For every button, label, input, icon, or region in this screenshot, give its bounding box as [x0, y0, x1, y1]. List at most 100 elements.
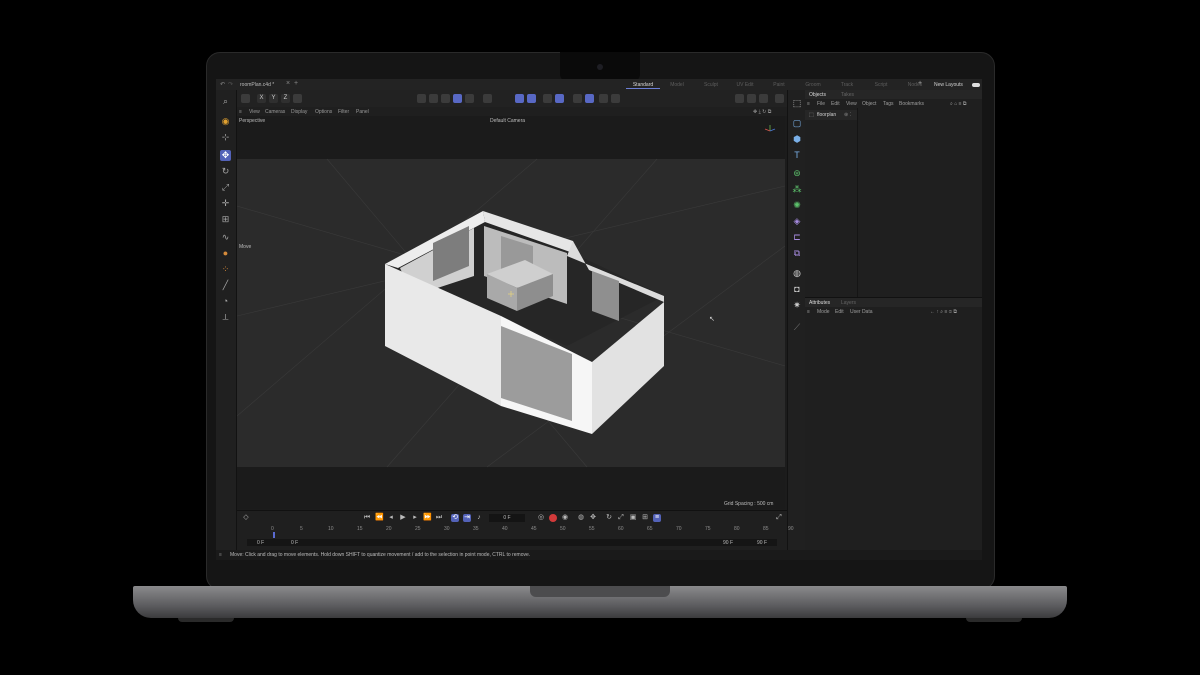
preview-start-field[interactable]: 0 F [291, 540, 298, 546]
selection-tools-icon[interactable]: ⊹ [220, 132, 231, 143]
search-icon[interactable]: ⌕ [220, 96, 231, 107]
brush-tool-icon[interactable]: ╱ [220, 280, 231, 291]
volume-icon[interactable]: ⧉ [792, 248, 802, 258]
edges-mode-icon[interactable] [429, 94, 438, 103]
deformer-icon[interactable]: ◈ [792, 216, 802, 226]
objects-menu-icon[interactable]: ≡ [807, 101, 810, 107]
camera-icon[interactable]: ◘ [792, 284, 802, 294]
preview-end-field[interactable]: 90 F [723, 540, 733, 546]
quantize-icon[interactable] [555, 94, 564, 103]
environment-icon[interactable]: ◍ [792, 268, 802, 278]
measure-tool-icon[interactable]: ⟂ [220, 312, 231, 323]
cube-icon[interactable]: ▢ [792, 118, 802, 128]
add-tab-icon[interactable]: + [294, 80, 298, 87]
tab-takes[interactable]: Takes [841, 92, 854, 98]
coord-z-button[interactable]: Z [281, 94, 290, 103]
render-settings-icon[interactable] [611, 94, 620, 103]
add-layout-icon[interactable]: + [918, 80, 922, 87]
workplane-icon[interactable] [543, 94, 552, 103]
render-view-icon[interactable] [735, 94, 744, 103]
play-icon[interactable]: ▶ [399, 514, 407, 522]
rotate-tool-icon[interactable]: ↻ [220, 166, 231, 177]
loop-icon[interactable]: ⟲ [451, 514, 459, 522]
attributes-menu-icon[interactable]: ≡ [807, 309, 810, 315]
tab-objects[interactable]: Objects [809, 92, 826, 98]
sound-icon[interactable]: ♪ [475, 514, 483, 522]
tag-icon[interactable]: ⟋ [792, 322, 802, 332]
document-tab[interactable]: roomPlan.c4d * [240, 82, 274, 88]
model-mode-icon[interactable] [241, 94, 250, 103]
generator-icon[interactable]: ⊛ [792, 168, 802, 178]
keyframe-selection-icon[interactable]: ◍ [577, 514, 585, 522]
axis-lock-icon[interactable] [585, 94, 594, 103]
attributes-nav-icons[interactable]: ← ↑ ⌕ ≡ ⊙ ⧉ [930, 309, 957, 315]
motion-system-icon[interactable]: ≡ [653, 514, 661, 522]
edit-render-settings-icon[interactable] [759, 94, 768, 103]
preview-max-field[interactable]: 90 F [757, 540, 767, 546]
param-key-icon[interactable]: ▣ [629, 514, 637, 522]
objects-menu-item[interactable]: View [846, 101, 857, 107]
new-layouts-toggle[interactable] [972, 83, 980, 87]
undo-icon[interactable]: ↶ [220, 81, 225, 88]
primitive-icon[interactable]: ⬢ [792, 134, 802, 144]
objects-menu-item[interactable]: Bookmarks [899, 101, 924, 107]
point-level-icon[interactable]: ⊞ [641, 514, 649, 522]
autokey-icon[interactable]: ◎ [537, 514, 545, 522]
polygons-mode-icon[interactable] [441, 94, 450, 103]
status-menu-icon[interactable]: ≡ [219, 552, 222, 558]
object-mode-icon[interactable] [453, 94, 462, 103]
attributes-menu-item[interactable]: Mode [817, 309, 830, 315]
render-picture-viewer-icon[interactable] [747, 94, 756, 103]
keyframe-icon[interactable]: ◇ [242, 514, 250, 522]
previous-key-icon[interactable]: ⏪ [375, 514, 384, 522]
layout-tab[interactable]: Nodes [898, 82, 932, 89]
scale-key-icon[interactable]: ⤢ [617, 514, 625, 522]
close-tab-icon[interactable]: × [286, 80, 290, 87]
tab-attributes[interactable]: Attributes [809, 300, 830, 306]
viewport-menu-icon[interactable]: ≡ [239, 109, 242, 115]
layout-tab[interactable]: UV Edit [728, 82, 762, 89]
objects-menu-item[interactable]: Edit [831, 101, 840, 107]
cloner-icon[interactable]: ⁂ [792, 184, 802, 194]
visibility-dots[interactable]: ⊛ ⁚ [844, 112, 851, 118]
objects-search-icon[interactable]: ⌕ ⌂ ≡ ⧉ [950, 101, 966, 107]
go-to-end-icon[interactable]: ⏭ [435, 514, 443, 522]
viewport-menu-item[interactable]: Filter [338, 109, 349, 115]
attributes-menu-item[interactable]: User Data [850, 309, 873, 315]
viewport-menu-item[interactable]: Display [291, 109, 307, 115]
viewport-menu-item[interactable]: View [249, 109, 260, 115]
coord-y-button[interactable]: Y [269, 94, 278, 103]
go-to-start-icon[interactable]: ⏮ [363, 514, 371, 522]
frame-ruler[interactable]: 0 5 10 15 20 25 30 35 40 45 50 55 60 65 … [247, 526, 794, 538]
next-frame-icon[interactable]: ▸ [411, 514, 419, 522]
viewport-nav-icons[interactable]: ✥ ⤓ ↻ ⧉ [753, 109, 771, 115]
live-selection-icon[interactable]: ◉ [220, 116, 231, 127]
transform-tool-icon[interactable]: ✛ [220, 198, 231, 209]
light-icon[interactable]: ✷ [792, 300, 802, 310]
record-active-icon[interactable]: ◉ [561, 514, 569, 522]
timeline-options-icon[interactable]: ⤢ [775, 514, 783, 522]
position-key-icon[interactable]: ✥ [589, 514, 597, 522]
lock-axis-icon[interactable] [573, 94, 582, 103]
attributes-menu-item[interactable]: Edit [835, 309, 844, 315]
layout-tab[interactable]: Track [830, 82, 864, 89]
material-tool-icon[interactable]: ⁘ [220, 264, 231, 275]
viewport-menu-item[interactable]: Cameras [265, 109, 285, 115]
enable-snap-icon[interactable] [515, 94, 524, 103]
viewport-layout-icon[interactable] [775, 94, 784, 103]
coord-x-button[interactable]: X [257, 94, 266, 103]
tab-layers[interactable]: Layers [841, 300, 856, 306]
preview-range-bar[interactable]: 0 F 0 F 90 F 90 F [247, 539, 777, 546]
object-name[interactable]: floorplan [817, 112, 836, 118]
effector-icon[interactable]: ✺ [792, 200, 802, 210]
axis-mode-icon[interactable] [483, 94, 492, 103]
viewport-menu-item[interactable]: Panel [356, 109, 369, 115]
objects-menu-item[interactable]: Tags [883, 101, 894, 107]
paint-tool-icon[interactable]: ● [220, 248, 231, 259]
coord-system-icon[interactable] [293, 94, 302, 103]
preview-min-field[interactable]: 0 F [257, 540, 264, 546]
play-mode-icon[interactable]: ⇥ [463, 514, 471, 522]
layout-tab[interactable]: Script [864, 82, 898, 89]
playhead[interactable] [273, 532, 275, 538]
spline-tool-icon[interactable]: ∿ [220, 232, 231, 243]
